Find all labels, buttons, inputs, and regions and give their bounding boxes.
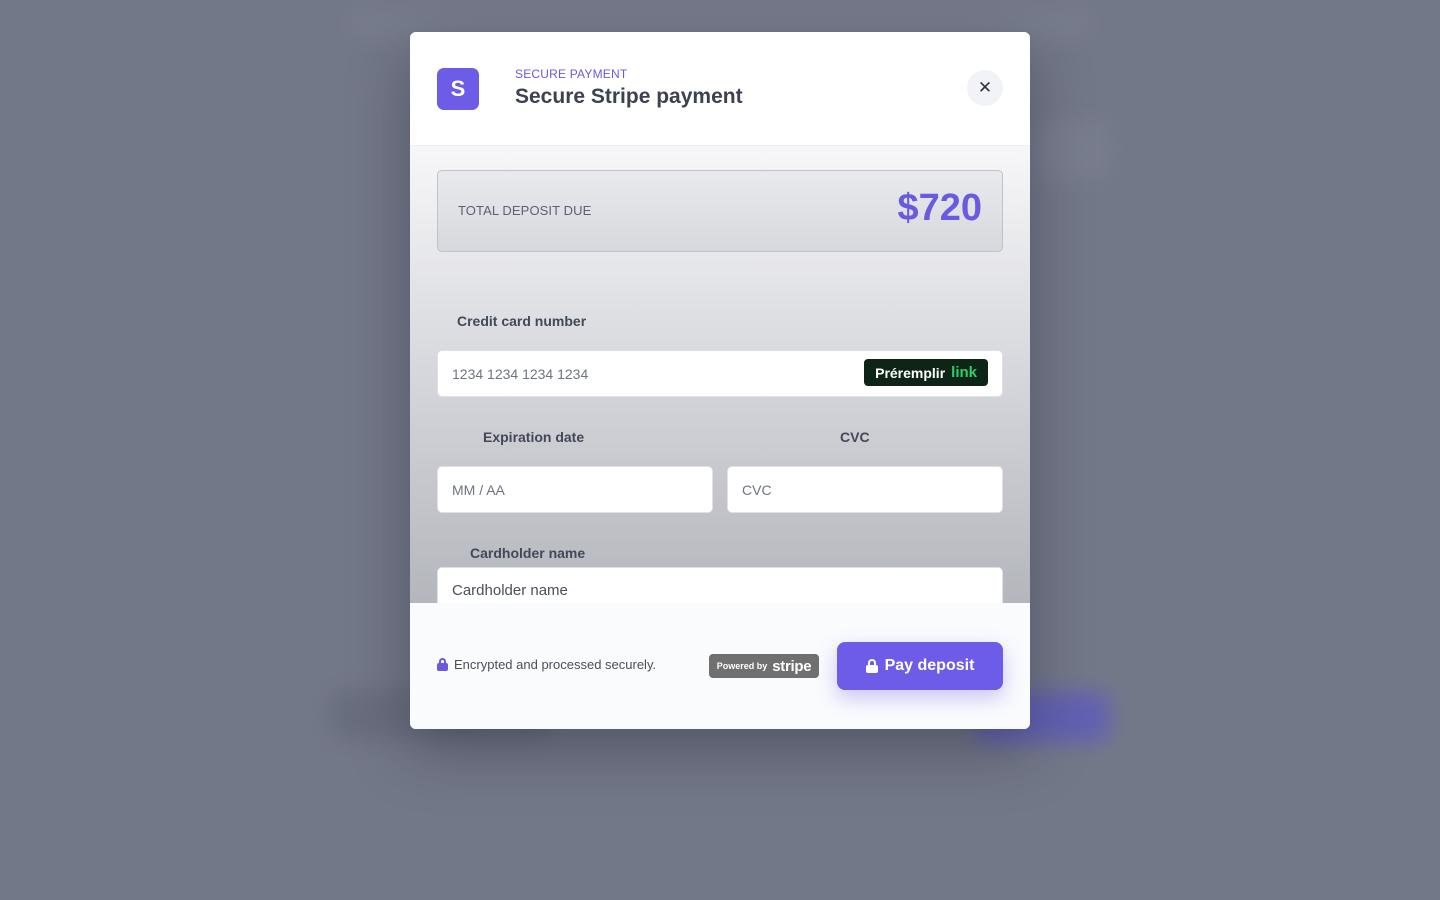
expiry-input[interactable]: MM / AA bbox=[437, 466, 713, 513]
total-deposit-label: TOTAL DEPOSIT DUE bbox=[458, 203, 592, 218]
expiry-placeholder: MM / AA bbox=[452, 481, 505, 498]
powered-by-stripe-badge[interactable]: Powered by stripe bbox=[709, 654, 819, 678]
pay-deposit-button[interactable]: Pay deposit bbox=[837, 642, 1003, 690]
payment-modal: S SECURE PAYMENT Secure Stripe payment ✕… bbox=[410, 32, 1030, 729]
total-deposit-amount: $720 bbox=[897, 187, 982, 229]
link-autofill-button[interactable]: Préremplir link bbox=[864, 359, 988, 386]
stripe-logo: stripe bbox=[772, 657, 812, 675]
stripe-logo-badge: S bbox=[437, 68, 479, 110]
expiry-label: Expiration date bbox=[483, 429, 585, 445]
lock-icon bbox=[437, 658, 448, 671]
cardholder-name-label: Cardholder name bbox=[470, 545, 586, 561]
close-button[interactable]: ✕ bbox=[967, 70, 1003, 106]
link-logo: link bbox=[951, 364, 977, 381]
modal-footer: Encrypted and processed securely. Powere… bbox=[410, 603, 1030, 729]
link-autofill-label: Préremplir bbox=[875, 364, 946, 381]
card-number-placeholder: 1234 1234 1234 1234 bbox=[452, 365, 589, 382]
close-icon: ✕ bbox=[977, 78, 993, 97]
cvc-label: CVC bbox=[840, 429, 870, 445]
cvc-placeholder: CVC bbox=[742, 481, 772, 498]
cvc-input[interactable]: CVC bbox=[727, 466, 1003, 513]
cardholder-name-placeholder: Cardholder name bbox=[452, 582, 568, 599]
secure-note: Encrypted and processed securely. bbox=[437, 657, 656, 672]
card-number-label: Credit card number bbox=[457, 313, 587, 329]
powered-by-text: Powered by bbox=[716, 661, 768, 671]
background-blur-shape bbox=[1030, 120, 1110, 180]
card-number-input[interactable]: 1234 1234 1234 1234 Préremplir link bbox=[437, 350, 1003, 397]
modal-eyebrow: SECURE PAYMENT bbox=[515, 67, 628, 81]
lock-icon bbox=[865, 659, 878, 673]
pay-deposit-label: Pay deposit bbox=[884, 657, 975, 674]
secure-note-text: Encrypted and processed securely. bbox=[454, 657, 657, 672]
modal-title: Secure Stripe payment bbox=[515, 85, 743, 108]
total-deposit-box: TOTAL DEPOSIT DUE $720 bbox=[437, 170, 1003, 252]
payment-form: TOTAL DEPOSIT DUE $720 Credit card numbe… bbox=[410, 146, 1030, 614]
modal-header: S SECURE PAYMENT Secure Stripe payment ✕ bbox=[410, 32, 1030, 146]
